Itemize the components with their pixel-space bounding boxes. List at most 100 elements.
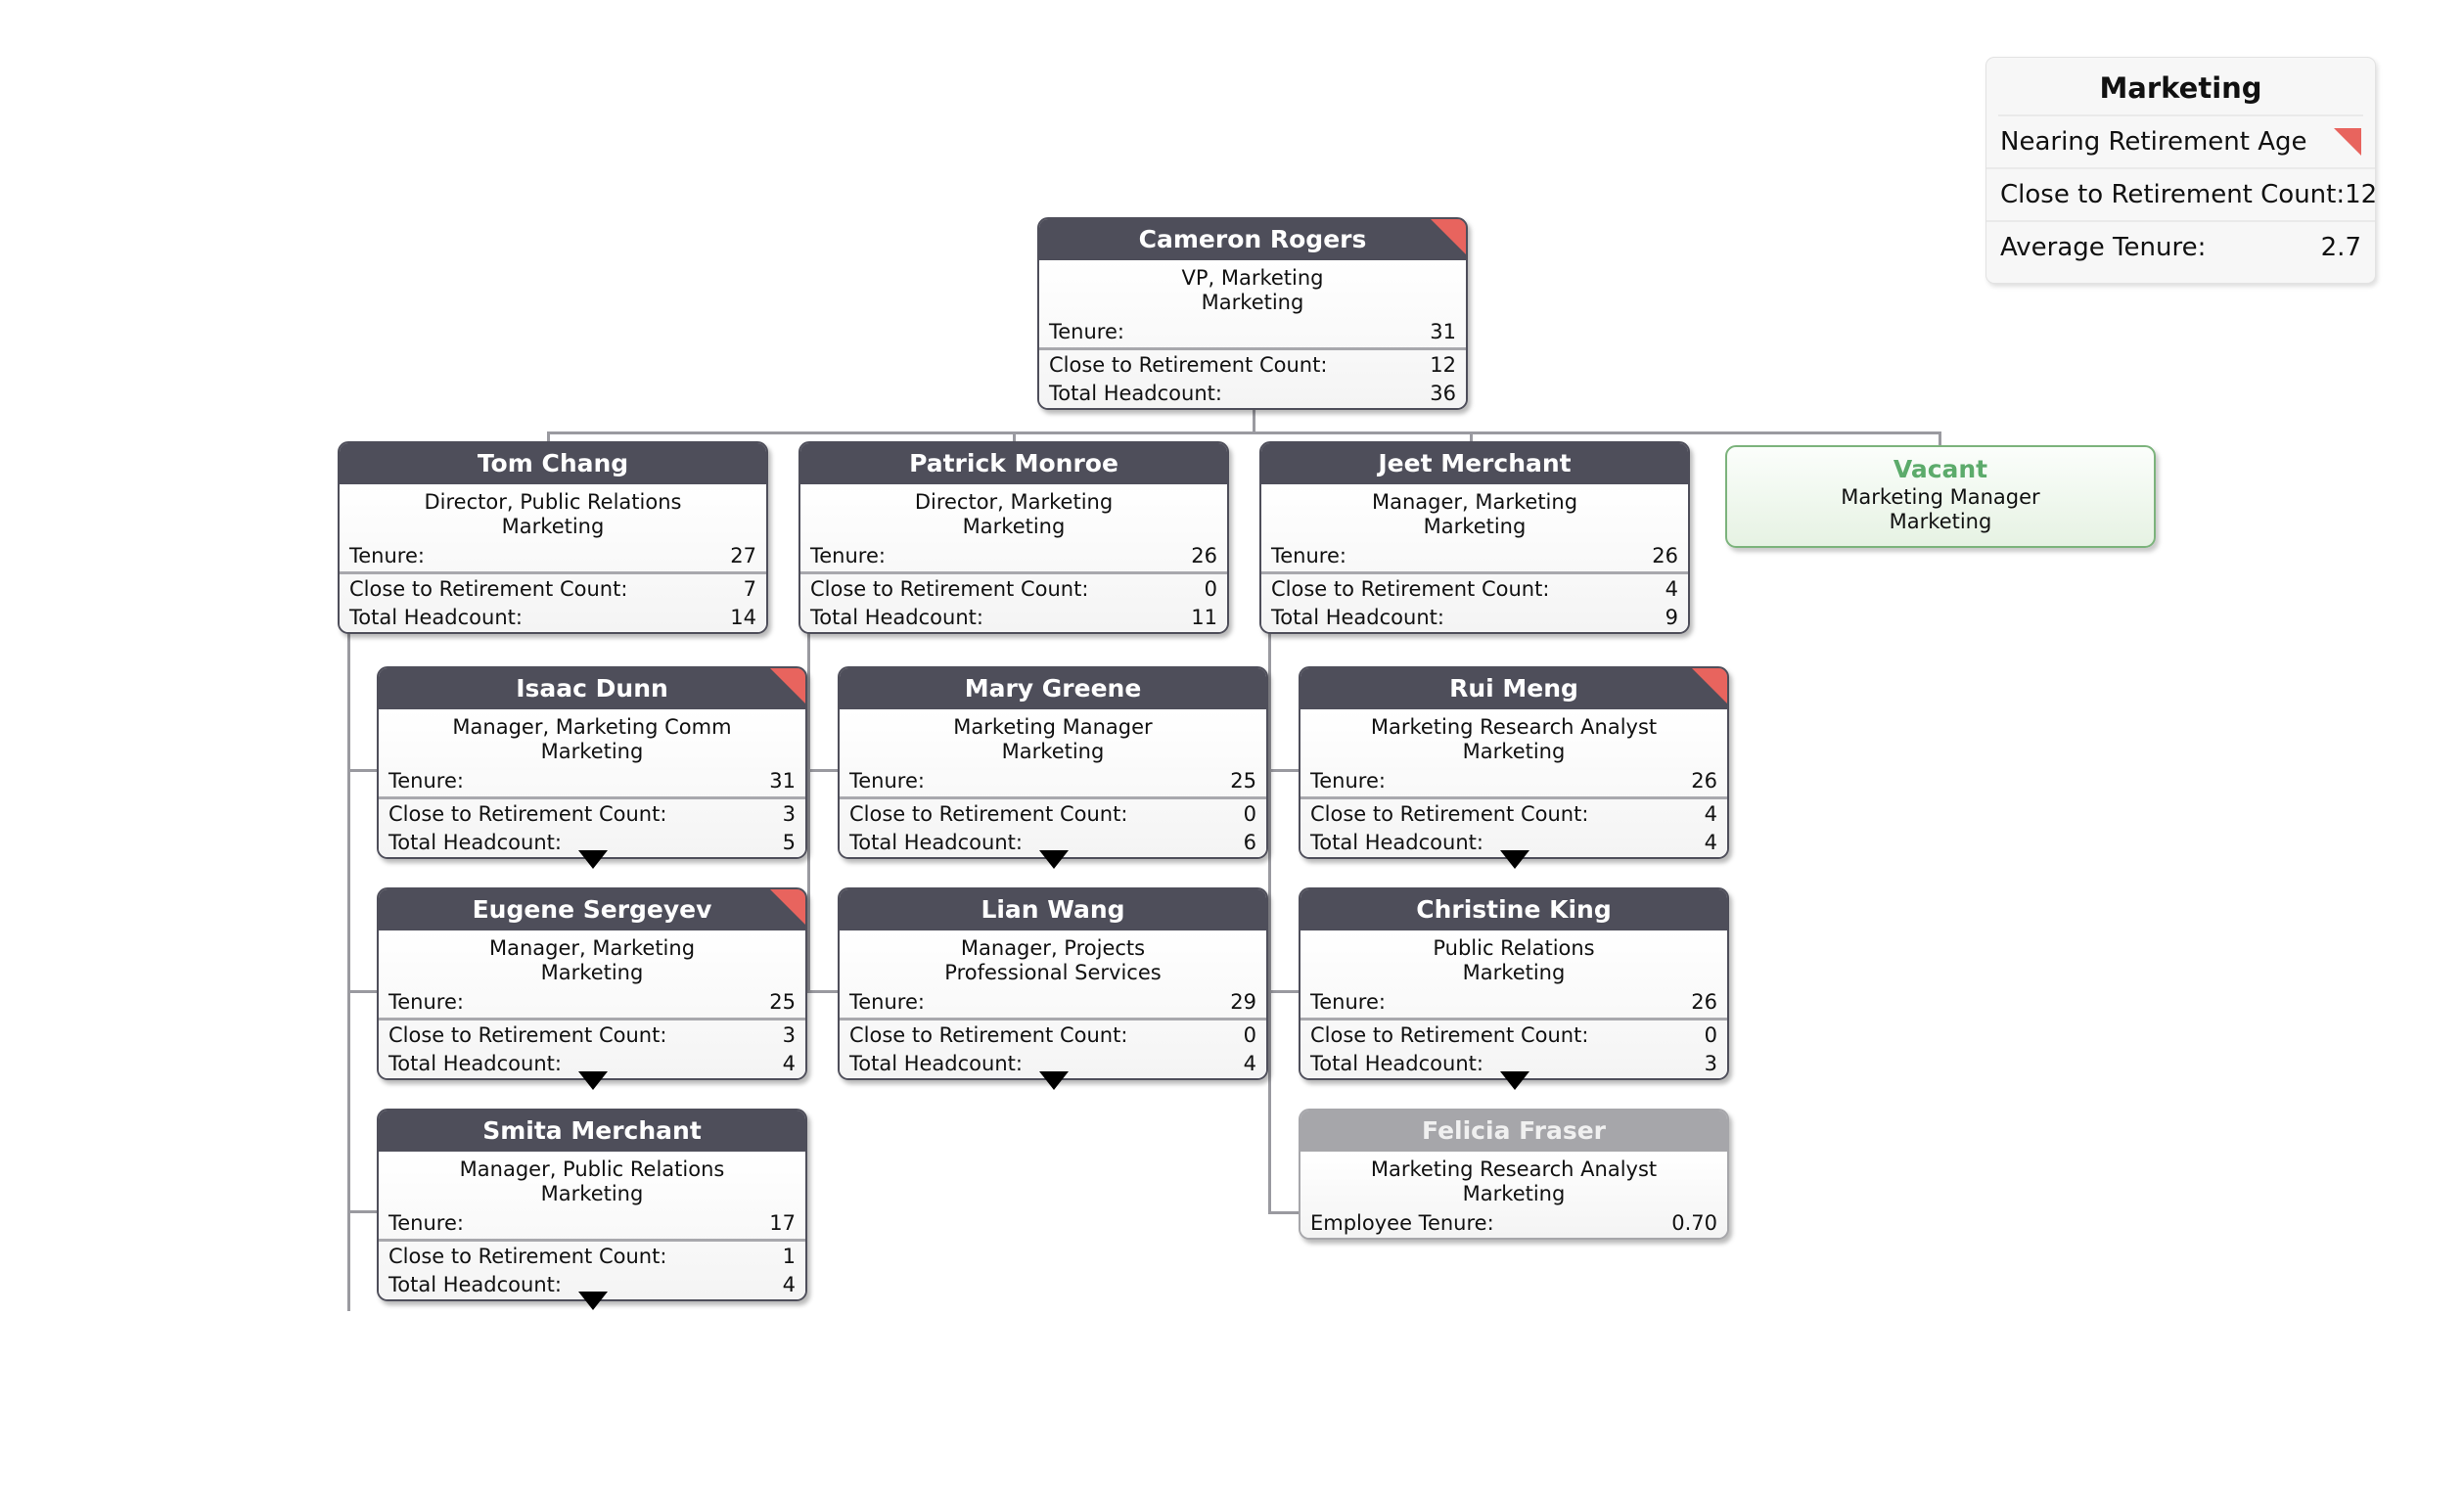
expand-arrow-rui-meng[interactable] <box>1500 850 1529 869</box>
legend-title: Marketing <box>1998 66 2363 116</box>
employee-title: Manager, Marketing Comm <box>452 715 732 739</box>
legend-value: 12 <box>2345 180 2378 209</box>
connector-spine-patrick-monroe <box>807 616 810 993</box>
stat-label: Tenure: <box>810 543 886 567</box>
stat-tenure: Tenure: 26 <box>800 543 1227 575</box>
stat-total-headcount: Total Headcount: 14 <box>340 605 766 633</box>
stat-label: Tenure: <box>849 768 925 793</box>
org-node-christine-king[interactable]: Christine King Public Relations Marketin… <box>1299 887 1729 1081</box>
stat-label: Total Headcount: <box>1310 1051 1483 1075</box>
org-chart-canvas: Cameron Rogers VP, Marketing Marketing T… <box>0 0 2464 1497</box>
expand-arrow-lian-wang[interactable] <box>1039 1071 1069 1090</box>
org-node-patrick-monroe[interactable]: Patrick Monroe Director, Marketing Marke… <box>799 441 1229 635</box>
org-node-smita-merchant[interactable]: Smita Merchant Manager, Public Relations… <box>377 1109 807 1302</box>
connector-stub-christine-king <box>1268 990 1302 993</box>
expand-arrow-mary-greene[interactable] <box>1039 850 1069 869</box>
legend-value: 2.7 <box>2320 233 2361 262</box>
expand-arrow-smita-merchant[interactable] <box>578 1292 608 1310</box>
employee-name: Tom Chang <box>477 449 629 477</box>
stat-value: 9 <box>1665 605 1678 629</box>
legend-row-close-to-retirement-count: Close to Retirement Count: 12 <box>1986 169 2378 222</box>
stat-label: Close to Retirement Count: <box>1049 353 1328 378</box>
node-body: Manager, Projects Professional Services … <box>840 930 1266 1079</box>
vacant-label: Vacant <box>1893 455 1988 483</box>
employee-name: Cameron Rogers <box>1138 225 1367 253</box>
stat-value: 5 <box>782 830 796 854</box>
stat-total-headcount: Total Headcount: 36 <box>1039 381 1466 409</box>
employee-department: Marketing <box>1001 739 1105 763</box>
expand-arrow-isaac-dunn[interactable] <box>578 850 608 869</box>
org-node-jeet-merchant[interactable]: Jeet Merchant Manager, Marketing Marketi… <box>1259 441 1690 635</box>
position-department: Marketing <box>1889 510 1992 534</box>
stat-value: 12 <box>1430 353 1456 378</box>
node-header: Jeet Merchant <box>1261 443 1688 484</box>
stat-label: Employee Tenure: <box>1310 1210 1494 1235</box>
stat-value: 36 <box>1430 381 1456 405</box>
org-node-cameron-rogers[interactable]: Cameron Rogers VP, Marketing Marketing T… <box>1037 217 1468 411</box>
stat-value: 0 <box>1243 1023 1256 1048</box>
stat-tenure: Tenure: 29 <box>840 989 1266 1021</box>
stat-value: 26 <box>1691 768 1717 793</box>
org-node-vacant[interactable]: Vacant Marketing Manager Marketing <box>1725 445 2156 548</box>
stat-employee-tenure: Employee Tenure: 0.70 <box>1300 1210 1727 1239</box>
stat-tenure: Tenure: 26 <box>1261 543 1688 575</box>
stat-close-to-retirement: Close to Retirement Count: 4 <box>1261 574 1688 605</box>
org-node-tom-chang[interactable]: Tom Chang Director, Public Relations Mar… <box>338 441 768 635</box>
stat-label: Total Headcount: <box>1271 605 1444 629</box>
employee-name: Patrick Monroe <box>909 449 1118 477</box>
stat-close-to-retirement: Close to Retirement Count: 12 <box>1039 350 1466 381</box>
employee-name: Eugene Sergeyev <box>472 895 712 924</box>
node-body: Marketing Research Analyst Marketing Emp… <box>1300 1152 1727 1239</box>
org-node-lian-wang[interactable]: Lian Wang Manager, Projects Professional… <box>838 887 1268 1081</box>
stat-value: 0 <box>1243 802 1256 827</box>
employee-name: Isaac Dunn <box>516 674 668 703</box>
stat-value: 26 <box>1652 543 1678 567</box>
stat-tenure: Tenure: 25 <box>379 989 805 1021</box>
stat-total-headcount: Total Headcount: 9 <box>1261 605 1688 633</box>
node-body: Manager, Public Relations Marketing Tenu… <box>379 1152 805 1300</box>
stat-label: Close to Retirement Count: <box>810 577 1089 602</box>
employee-department: Marketing <box>540 1181 644 1205</box>
employee-title: Manager, Marketing <box>488 936 696 960</box>
stat-value: 17 <box>769 1210 796 1235</box>
org-node-isaac-dunn[interactable]: Isaac Dunn Manager, Marketing Comm Marke… <box>377 666 807 860</box>
expand-arrow-christine-king[interactable] <box>1500 1071 1529 1090</box>
stat-label: Total Headcount: <box>1310 830 1483 854</box>
legend-label: Close to Retirement Count: <box>2000 180 2346 209</box>
employee-title: Marketing Manager <box>953 715 1153 739</box>
stat-label: Tenure: <box>1310 989 1386 1014</box>
org-node-rui-meng[interactable]: Rui Meng Marketing Research Analyst Mark… <box>1299 666 1729 860</box>
employee-name: Smita Merchant <box>482 1116 702 1145</box>
stat-value: 25 <box>1230 768 1256 793</box>
stat-label: Total Headcount: <box>349 605 523 629</box>
stat-value: 7 <box>743 577 756 602</box>
employee-name: Lian Wang <box>981 895 1125 924</box>
connector-stub-felicia-fraser <box>1268 1211 1302 1214</box>
employee-title: Public Relations <box>1433 936 1595 960</box>
stat-label: Tenure: <box>388 768 464 793</box>
stat-label: Close to Retirement Count: <box>1310 1023 1589 1048</box>
employee-title: Manager, Marketing <box>1371 490 1578 514</box>
employee-title: Director, Marketing <box>914 490 1114 514</box>
stat-label: Tenure: <box>1271 543 1346 567</box>
employee-department: Marketing <box>1462 739 1566 763</box>
employee-department: Marketing <box>1423 514 1527 538</box>
org-node-eugene-sergeyev[interactable]: Eugene Sergeyev Manager, Marketing Marke… <box>377 887 807 1081</box>
org-node-felicia-fraser[interactable]: Felicia Fraser Marketing Research Analys… <box>1299 1109 1729 1241</box>
stat-label: Total Headcount: <box>388 1051 562 1075</box>
node-body: Manager, Marketing Marketing Tenure: 25 … <box>379 930 805 1079</box>
stat-value: 4 <box>1704 802 1717 827</box>
employee-department: Marketing <box>1462 960 1566 984</box>
employee-department: Marketing <box>1462 1181 1566 1205</box>
employee-name: Mary Greene <box>964 674 1142 703</box>
expand-arrow-eugene-sergeyev[interactable] <box>578 1071 608 1090</box>
connector-root-bus <box>547 431 1941 434</box>
node-header: Isaac Dunn <box>379 668 805 709</box>
node-header: Christine King <box>1300 889 1727 930</box>
stat-label: Tenure: <box>1310 768 1386 793</box>
stat-value: 4 <box>782 1272 796 1296</box>
org-node-mary-greene[interactable]: Mary Greene Marketing Manager Marketing … <box>838 666 1268 860</box>
legend-row-average-tenure: Average Tenure: 2.7 <box>1986 222 2375 273</box>
node-header: Rui Meng <box>1300 668 1727 709</box>
legend-label: Nearing Retirement Age <box>2000 127 2307 157</box>
